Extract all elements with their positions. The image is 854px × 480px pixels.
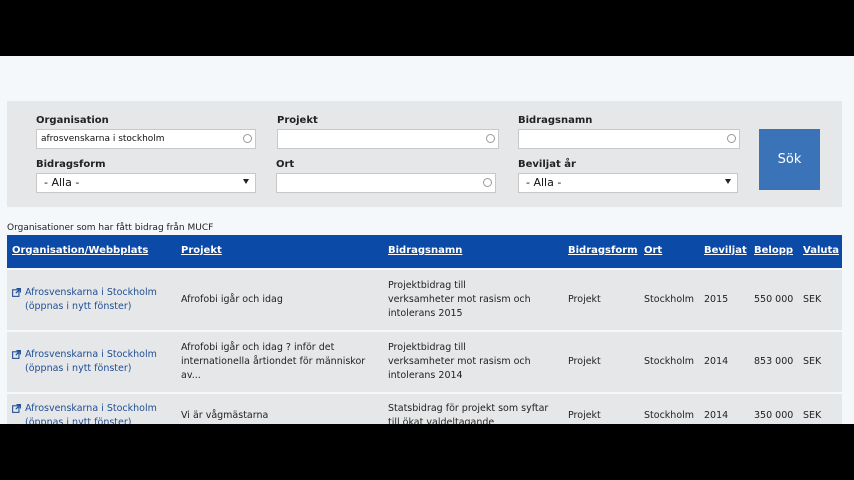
clear-circle-icon[interactable] <box>486 134 495 143</box>
beviljat-cell: 2014 <box>704 356 729 367</box>
valuta-cell: SEK <box>803 294 822 305</box>
column-header-bidragsnamn[interactable]: Bidragsnamn <box>388 245 462 256</box>
column-header-valuta[interactable]: Valuta <box>803 245 839 256</box>
ort-field-group: Ort <box>276 158 496 193</box>
column-header-beviljat[interactable]: Beviljat <box>704 245 747 256</box>
valuta-cell: SEK <box>803 410 822 421</box>
table-header: Organisation/Webbplats Projekt Bidragsna… <box>7 235 842 268</box>
belopp-cell: 350 000 <box>754 410 794 421</box>
column-header-organisation[interactable]: Organisation/Webbplats <box>12 245 148 256</box>
beviljat-select[interactable]: - Alla - <box>518 173 738 193</box>
organisation-input[interactable]: afrosvenskarna i stockholm <box>36 129 256 149</box>
projekt-label: Projekt <box>277 115 318 126</box>
bidragsnamn-cell: Statsbidrag för projekt som syftar till … <box>388 403 549 424</box>
organisation-input-value: afrosvenskarna i stockholm <box>41 134 165 144</box>
bidragsnamn-field-group: Bidragsnamn <box>518 114 740 149</box>
caret-down-icon <box>725 179 731 184</box>
projekt-input[interactable] <box>277 129 499 149</box>
search-panel: Organisation afrosvenskarna i stockholm … <box>7 101 842 207</box>
ort-cell: Stockholm <box>644 356 695 367</box>
bidragsform-select[interactable]: - Alla - <box>36 173 256 193</box>
column-header-ort[interactable]: Ort <box>644 245 662 256</box>
beviljat-label: Beviljat år <box>518 159 576 170</box>
ort-input[interactable] <box>276 173 496 193</box>
bidragsnamn-input[interactable] <box>518 129 740 149</box>
beviljat-selected-value: - Alla - <box>526 176 562 189</box>
caret-down-icon <box>243 179 249 184</box>
search-button[interactable]: Sök <box>759 129 820 190</box>
external-link-icon[interactable] <box>12 350 21 359</box>
clear-circle-icon[interactable] <box>483 178 492 187</box>
belopp-cell: 853 000 <box>754 356 794 367</box>
organisation-link[interactable]: Afrosvenskarna i Stockholm (öppnas i nyt… <box>25 348 157 376</box>
external-link-icon[interactable] <box>12 404 21 413</box>
bidragsform-cell: Projekt <box>568 410 601 421</box>
column-header-projekt[interactable]: Projekt <box>181 245 222 256</box>
external-link-icon[interactable] <box>12 288 21 297</box>
beviljat-cell: 2014 <box>704 410 729 421</box>
table-row: Afrosvenskarna i Stockholm (öppnas i nyt… <box>7 394 842 424</box>
bidragsform-cell: Projekt <box>568 356 601 367</box>
beviljat-field-group: Beviljat år - Alla - <box>518 158 738 193</box>
beviljat-cell: 2015 <box>704 294 729 305</box>
clear-circle-icon[interactable] <box>727 134 736 143</box>
page-viewport: Organisation afrosvenskarna i stockholm … <box>0 56 854 424</box>
bidragsnamn-cell: Projektbidrag till verksamheter mot rasi… <box>388 280 531 319</box>
organisation-field-group: Organisation afrosvenskarna i stockholm <box>36 114 256 149</box>
bidragsnamn-label: Bidragsnamn <box>518 115 593 126</box>
organisation-link[interactable]: Afrosvenskarna i Stockholm (öppnas i nyt… <box>25 286 157 314</box>
table-row: Afrosvenskarna i Stockholm (öppnas i nyt… <box>7 270 842 330</box>
ort-cell: Stockholm <box>644 410 695 421</box>
belopp-cell: 550 000 <box>754 294 794 305</box>
column-header-belopp[interactable]: Belopp <box>754 245 793 256</box>
bidragsform-selected-value: - Alla - <box>44 176 80 189</box>
bidragsform-field-group: Bidragsform - Alla - <box>36 158 256 193</box>
bidragsform-cell: Projekt <box>568 294 601 305</box>
ort-label: Ort <box>276 159 295 170</box>
valuta-cell: SEK <box>803 356 822 367</box>
column-header-bidragsform[interactable]: Bidragsform <box>568 245 638 256</box>
clear-circle-icon[interactable] <box>243 134 252 143</box>
projekt-cell: Afrofobi igår och idag <box>181 294 283 305</box>
bidragsnamn-cell: Projektbidrag till verksamheter mot rasi… <box>388 342 531 381</box>
projekt-cell: Afrofobi igår och idag ? inför det inter… <box>181 342 366 381</box>
organisation-link[interactable]: Afrosvenskarna i Stockholm (öppnas i nyt… <box>25 402 157 424</box>
projekt-field-group: Projekt <box>277 114 499 149</box>
ort-cell: Stockholm <box>644 294 695 305</box>
projekt-cell: Vi är vågmästarna <box>181 410 269 421</box>
bidragsform-label: Bidragsform <box>36 159 106 170</box>
results-caption: Organisationer som har fått bidrag från … <box>7 223 214 233</box>
table-row: Afrosvenskarna i Stockholm (öppnas i nyt… <box>7 332 842 392</box>
organisation-label: Organisation <box>36 115 109 126</box>
